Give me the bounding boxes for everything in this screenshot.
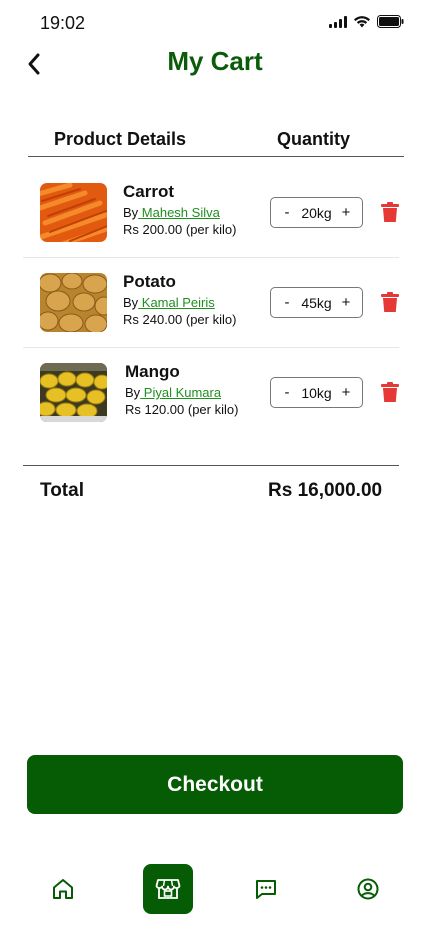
decrease-button[interactable]: - [281, 204, 293, 221]
cart-item: Potato By Kamal Peiris Rs 240.00 (per ki… [23, 258, 399, 348]
quantity-stepper: - 20kg + [270, 197, 363, 228]
store-icon [155, 879, 181, 899]
decrease-button[interactable]: - [281, 384, 293, 401]
item-price: Rs 200.00 (per kilo) [123, 222, 237, 237]
total-divider [23, 465, 399, 466]
seller-prefix: By [123, 295, 139, 310]
wifi-icon [354, 16, 370, 28]
item-price: Rs 240.00 (per kilo) [123, 312, 237, 327]
battery-icon [377, 15, 404, 28]
page-title: My Cart [167, 46, 263, 76]
nav-profile[interactable] [343, 864, 393, 914]
checkout-button[interactable]: Checkout [27, 755, 403, 814]
quantity-stepper: - 45kg + [270, 287, 363, 318]
item-name: Mango [125, 362, 180, 381]
carrot-image [40, 183, 107, 242]
mango-image [40, 363, 107, 422]
quantity-value: 20kg [301, 204, 332, 221]
cart-item: Mango By Piyal Kumara Rs 120.00 (per kil… [23, 348, 399, 438]
chat-icon [256, 880, 276, 899]
seller-link[interactable]: Kamal Peiris [138, 295, 215, 310]
item-info: Carrot By Mahesh Silva Rs 200.00 (per ki… [123, 181, 236, 239]
status-bar: 19:02 [0, 0, 430, 46]
item-name: Potato [123, 272, 176, 291]
trash-icon[interactable] [381, 202, 399, 222]
status-time: 19:02 [40, 13, 86, 33]
cellular-signal-icon [329, 15, 347, 28]
quantity-header: Quantity [277, 129, 351, 149]
increase-button[interactable]: + [340, 384, 352, 401]
cart-list: Carrot By Mahesh Silva Rs 200.00 (per ki… [23, 168, 399, 438]
product-details-header: Product Details [54, 129, 187, 149]
item-seller: By Piyal Kumara [125, 384, 238, 401]
bottom-nav [0, 864, 430, 914]
cart-item: Carrot By Mahesh Silva Rs 200.00 (per ki… [23, 168, 399, 258]
total-label: Total [40, 480, 84, 501]
item-seller: By Mahesh Silva [123, 204, 236, 221]
column-headers: Product Details Quantity [28, 126, 404, 157]
item-seller: By Kamal Peiris [123, 294, 236, 311]
decrease-button[interactable]: - [281, 294, 293, 311]
seller-prefix: By [125, 385, 141, 400]
item-info: Potato By Kamal Peiris Rs 240.00 (per ki… [123, 271, 236, 329]
item-name: Carrot [123, 182, 175, 201]
potato-image [40, 273, 107, 332]
seller-link[interactable]: Mahesh Silva [138, 205, 220, 220]
item-price: Rs 120.00 (per kilo) [125, 402, 239, 417]
quantity-value: 45kg [301, 294, 332, 311]
nav-store[interactable] [143, 864, 193, 914]
trash-icon[interactable] [381, 382, 399, 402]
nav-messages[interactable] [241, 864, 291, 914]
quantity-value: 10kg [301, 384, 332, 401]
profile-icon [357, 878, 379, 900]
status-icons [329, 15, 404, 28]
increase-button[interactable]: + [340, 294, 352, 311]
total-value: Rs 16,000.00 [268, 480, 383, 501]
seller-prefix: By [123, 205, 139, 220]
seller-link[interactable]: Piyal Kumara [140, 385, 221, 400]
item-info: Mango By Piyal Kumara Rs 120.00 (per kil… [125, 361, 238, 419]
home-icon [53, 879, 73, 899]
header: My Cart [0, 44, 430, 84]
nav-home[interactable] [38, 864, 88, 914]
quantity-stepper: - 10kg + [270, 377, 363, 408]
increase-button[interactable]: + [340, 204, 352, 221]
trash-icon[interactable] [381, 292, 399, 312]
